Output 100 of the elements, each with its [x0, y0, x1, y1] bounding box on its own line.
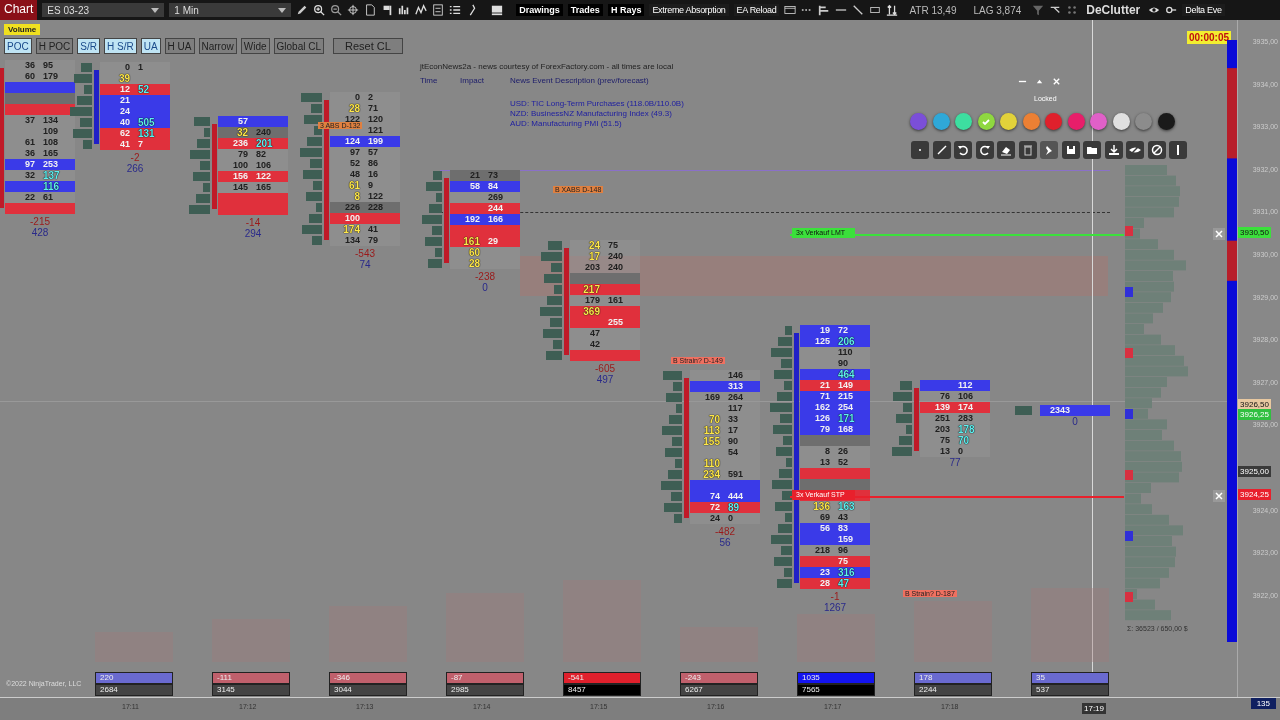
dots-icon[interactable] — [1066, 4, 1079, 16]
window-icon[interactable] — [784, 4, 797, 16]
color-swatch[interactable] — [932, 113, 950, 130]
bid-volume: 179 — [583, 295, 600, 306]
ask-volume: 174 — [958, 402, 974, 413]
ask-volume: 444 — [728, 491, 744, 502]
ask-volume: 75 — [838, 556, 848, 567]
indicator-toggle[interactable]: Narrow — [198, 38, 237, 54]
ask-volume: 73 — [488, 170, 498, 181]
ask-volume: 168 — [838, 424, 854, 435]
diagonal-line-icon[interactable] — [852, 4, 865, 16]
indicator-toggle[interactable]: UA — [140, 38, 161, 54]
chart-label[interactable]: Chart — [0, 0, 38, 20]
color-swatch[interactable] — [1090, 113, 1107, 130]
eraser-icon[interactable] — [997, 141, 1015, 159]
toolbar-button[interactable]: H Rays — [607, 4, 645, 16]
bid-volume: 113 — [702, 425, 720, 436]
key-icon[interactable] — [1165, 4, 1178, 16]
hide-icon[interactable] — [1126, 141, 1144, 159]
toolbar-button[interactable]: Delta Eve — [1182, 4, 1225, 16]
toolbar-button[interactable]: Drawings — [516, 4, 563, 16]
color-swatch[interactable] — [1045, 113, 1062, 130]
indicator-toggle[interactable]: Global CL — [273, 38, 324, 54]
indicator-toggle[interactable]: H UA — [164, 38, 195, 54]
ask-volume: 112 — [958, 380, 973, 391]
atr-value: ATR 13,49 — [909, 4, 957, 16]
ask-volume: 79 — [368, 235, 378, 246]
bid-volume: 24 — [709, 513, 720, 524]
calculator-icon[interactable] — [432, 4, 445, 16]
indicator-toggle[interactable]: S/R — [77, 38, 100, 54]
color-swatch[interactable] — [977, 113, 995, 130]
close-icon[interactable] — [1052, 77, 1061, 86]
zoom-out-icon[interactable] — [330, 4, 343, 16]
bid-volume: 61 — [347, 180, 360, 191]
download-icon[interactable] — [1104, 141, 1123, 159]
flag-icon[interactable] — [381, 4, 394, 16]
color-swatch[interactable] — [1112, 113, 1130, 130]
ask-volume: 16 — [368, 169, 378, 180]
lag-value: LAG 3,874 — [973, 4, 1022, 16]
color-swatch[interactable] — [1022, 113, 1040, 130]
delta-box: 1035 — [797, 672, 875, 684]
indicator-toggle[interactable]: H POC — [35, 38, 74, 54]
redo-icon[interactable] — [975, 141, 994, 159]
bid-volume: 369 — [582, 306, 600, 317]
document-icon[interactable] — [364, 4, 377, 16]
ask-volume: 70 — [958, 435, 970, 446]
pencil-icon[interactable] — [296, 4, 309, 16]
line-chart-icon[interactable] — [415, 4, 428, 16]
panel-icon[interactable] — [491, 4, 504, 16]
filter-icon[interactable] — [1032, 4, 1045, 16]
bid-volume: 71 — [819, 391, 830, 402]
rectangle-icon[interactable] — [869, 4, 882, 16]
list-icon[interactable] — [449, 4, 462, 16]
indicator-toggle[interactable]: Wide — [240, 38, 270, 54]
color-swatch[interactable] — [910, 113, 927, 130]
bid-volume: 23 — [819, 567, 830, 578]
instrument-dropdown[interactable]: ES 03-23 — [42, 3, 165, 17]
toolbar-button[interactable]: Extreme Absorption — [649, 4, 729, 16]
pen-tool-icon[interactable] — [932, 141, 951, 159]
color-swatch[interactable] — [1135, 113, 1152, 130]
ask-volume: 61 — [43, 192, 53, 203]
bid-volume: 0 — [354, 92, 360, 103]
news-event: NZD: BusinessNZ Manufacturing Index (49.3) — [510, 109, 672, 118]
separator-icon[interactable] — [1169, 141, 1187, 159]
close-icon[interactable] — [1213, 228, 1225, 240]
color-swatch[interactable] — [955, 113, 972, 130]
bid-volume: 22 — [24, 192, 35, 203]
trash-icon[interactable] — [1018, 141, 1037, 159]
color-swatch[interactable] — [1000, 113, 1017, 130]
dot-tool-icon[interactable] — [911, 141, 929, 159]
indicator-toggle[interactable]: POC — [4, 38, 32, 54]
ask-volume: 505 — [138, 117, 155, 128]
bar-delta: -482 — [714, 526, 736, 537]
toolbar-button[interactable]: Trades — [567, 4, 603, 16]
color-swatch[interactable] — [1067, 113, 1085, 130]
folder-icon[interactable] — [1083, 141, 1101, 159]
disable-icon[interactable] — [1147, 141, 1166, 159]
ask-volume: 26 — [838, 446, 848, 457]
arrows-icon[interactable] — [886, 4, 899, 16]
undo-icon[interactable] — [954, 141, 972, 159]
bid-volume: 234 — [702, 469, 720, 480]
bar-timer: 00:00:05 — [1187, 31, 1232, 44]
color-swatch[interactable] — [1157, 113, 1175, 130]
ask-volume: 71 — [368, 103, 378, 114]
bars-icon[interactable] — [818, 4, 831, 16]
indicator-toggle[interactable]: H S/R — [104, 38, 137, 54]
bar-volume: 74 — [358, 259, 372, 270]
bid-volume: 236 — [231, 138, 248, 149]
zoom-in-icon[interactable] — [313, 4, 326, 16]
ask-volume: 269 — [488, 192, 504, 203]
toolbar-button[interactable]: EA Reload — [733, 4, 780, 16]
crosshair-icon[interactable] — [347, 4, 360, 16]
bar-chart-icon[interactable] — [398, 4, 411, 16]
interval-dropdown[interactable]: 1 Min — [169, 3, 292, 17]
reset-button[interactable]: Reset CL — [333, 38, 403, 54]
volume-badge: Volume — [4, 24, 41, 35]
save-icon[interactable] — [1061, 141, 1080, 159]
bid-volume: 52 — [349, 158, 360, 169]
collapse-icon[interactable] — [1035, 77, 1044, 86]
close-icon[interactable] — [1213, 490, 1225, 502]
